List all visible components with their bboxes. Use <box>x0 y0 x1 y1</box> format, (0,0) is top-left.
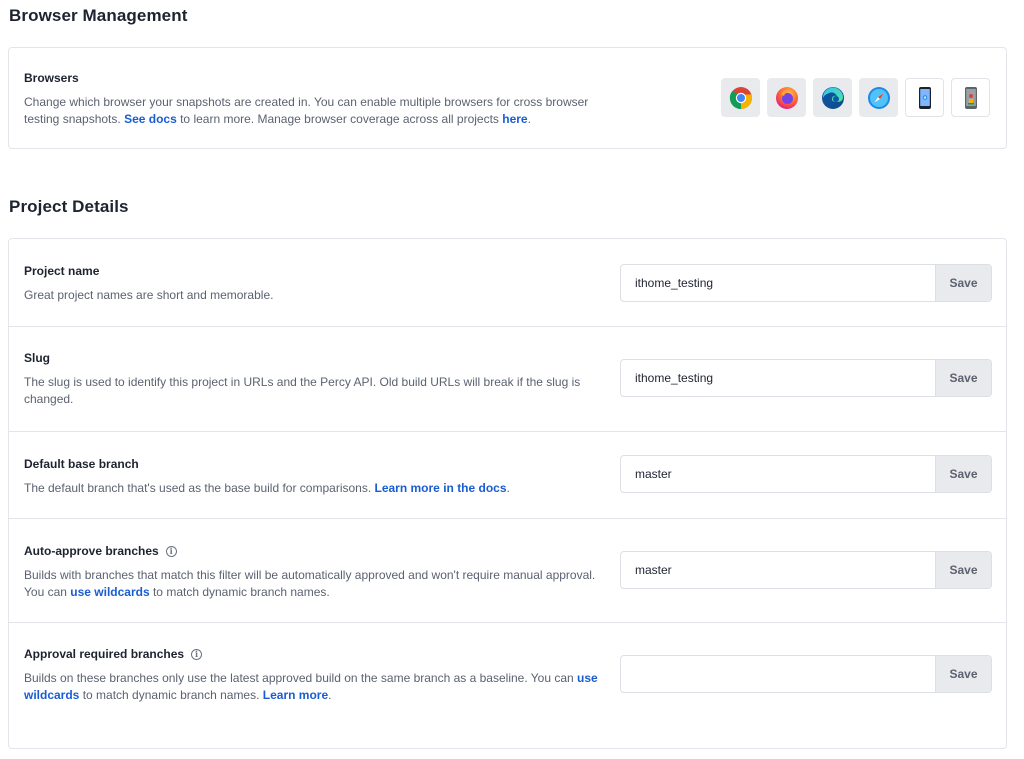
default-base-branch-desc-part: The default branch that's used as the ba… <box>24 481 375 495</box>
project-name-input[interactable] <box>621 265 935 301</box>
use-wildcards-link[interactable]: use wildcards <box>70 585 149 599</box>
auto-approve-save-button[interactable]: Save <box>935 552 991 588</box>
safari-icon <box>867 86 890 109</box>
slug-field: Save <box>620 359 992 397</box>
slug-text: Slug The slug is used to identify this p… <box>24 351 604 407</box>
project-name-text: Project name Great project names are sho… <box>24 264 604 304</box>
approval-required-field: Save <box>620 655 992 693</box>
info-icon[interactable]: i <box>191 648 203 660</box>
auto-approve-description: Builds with branches that match this fil… <box>24 567 604 600</box>
mobile-ios-toggle[interactable] <box>905 78 944 117</box>
browsers-card: Browsers Change which browser your snaps… <box>8 47 1007 149</box>
project-name-row: Project name Great project names are sho… <box>9 239 1006 327</box>
browsers-desc-part: to learn more. Manage browser coverage a… <box>176 111 503 126</box>
auto-approve-title-wrap: Auto-approve branches i <box>24 544 604 558</box>
slug-description: The slug is used to identify this projec… <box>24 375 581 406</box>
default-base-branch-row: Default base branch The default branch t… <box>9 432 1006 519</box>
slug-row: Slug The slug is used to identify this p… <box>9 327 1006 432</box>
learn-more-link[interactable]: Learn more <box>263 688 328 702</box>
browsers-description: Change which browser your snapshots are … <box>24 94 604 127</box>
info-icon[interactable]: i <box>165 545 177 557</box>
approval-required-row: Approval required branches i Builds on t… <box>9 623 1006 750</box>
edge-icon <box>821 86 844 109</box>
approval-required-desc-part: Builds on these branches only use the la… <box>24 671 578 685</box>
approval-required-desc-part: to match dynamic branch names. <box>79 687 263 702</box>
default-base-branch-save-button[interactable]: Save <box>935 456 991 492</box>
approval-required-desc-part: . <box>328 687 332 702</box>
browsers-title: Browsers <box>24 71 79 85</box>
mobile-android-toggle[interactable] <box>951 78 990 117</box>
firefox-toggle[interactable] <box>767 78 806 117</box>
browser-management-heading: Browser Management <box>9 6 188 25</box>
safari-toggle[interactable] <box>859 78 898 117</box>
auto-approve-row: Auto-approve branches i Builds with bran… <box>9 519 1006 623</box>
default-base-branch-input[interactable] <box>621 456 935 492</box>
here-link[interactable]: here <box>502 112 527 126</box>
default-base-branch-desc-part: . <box>506 481 510 495</box>
default-base-branch-title: Default base branch <box>24 457 139 471</box>
see-docs-link[interactable]: See docs <box>124 112 177 126</box>
edge-toggle[interactable] <box>813 78 852 117</box>
default-base-branch-field: Save <box>620 455 992 493</box>
default-base-branch-text: Default base branch The default branch t… <box>24 457 604 497</box>
project-name-field: Save <box>620 264 992 302</box>
mobile-ios-icon <box>918 86 931 109</box>
project-name-description: Great project names are short and memora… <box>24 288 274 302</box>
slug-title: Slug <box>24 351 50 365</box>
slug-save-button[interactable]: Save <box>935 360 991 396</box>
project-name-title: Project name <box>24 264 100 278</box>
browsers-desc-part: . <box>527 111 531 126</box>
default-base-branch-description: The default branch that's used as the ba… <box>24 480 604 497</box>
browsers-text: Browsers Change which browser your snaps… <box>24 71 604 127</box>
chrome-icon <box>729 86 752 109</box>
approval-required-title: Approval required branches <box>24 647 185 661</box>
firefox-icon <box>775 86 798 109</box>
approval-required-input[interactable] <box>621 656 935 692</box>
approval-required-description: Builds on these branches only use the la… <box>24 670 604 703</box>
approval-required-save-button[interactable]: Save <box>935 656 991 692</box>
project-details-card: Project name Great project names are sho… <box>8 238 1007 749</box>
auto-approve-title: Auto-approve branches <box>24 544 159 558</box>
browser-toggle-group <box>721 78 990 117</box>
project-name-save-button[interactable]: Save <box>935 265 991 301</box>
project-details-heading: Project Details <box>9 197 129 216</box>
approval-required-title-wrap: Approval required branches i <box>24 647 604 661</box>
auto-approve-text: Auto-approve branches i Builds with bran… <box>24 544 604 600</box>
auto-approve-desc-part: to match dynamic branch names. <box>149 584 330 599</box>
chrome-toggle[interactable] <box>721 78 760 117</box>
auto-approve-field: Save <box>620 551 992 589</box>
slug-input[interactable] <box>621 360 935 396</box>
approval-required-text: Approval required branches i Builds on t… <box>24 647 604 703</box>
learn-more-docs-link[interactable]: Learn more in the docs <box>375 481 507 495</box>
auto-approve-input[interactable] <box>621 552 935 588</box>
mobile-android-icon <box>964 86 977 109</box>
